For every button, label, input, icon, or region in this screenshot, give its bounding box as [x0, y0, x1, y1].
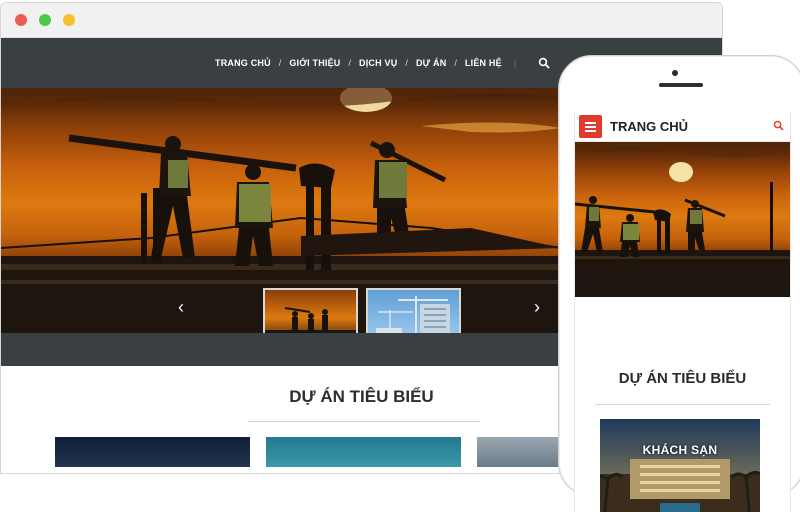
- project-card-hotel[interactable]: KHÁCH SẠN: [600, 419, 760, 512]
- mobile-hero-image: [575, 142, 790, 297]
- construction-sunset-illustration: [575, 142, 790, 297]
- maximize-window-button[interactable]: [63, 14, 75, 26]
- search-icon[interactable]: [538, 57, 550, 69]
- hamburger-icon[interactable]: [579, 115, 602, 138]
- mobile-screen: TRANG CHỦ DỰ ÁN TIÊU BIỂU KHÁCH SẠN: [574, 112, 791, 512]
- nav-separator: /: [278, 58, 282, 68]
- slide-thumbnail-2[interactable]: [366, 288, 461, 333]
- slider-prev-button[interactable]: ‹: [178, 298, 184, 316]
- nav-item-home[interactable]: TRANG CHỦ: [215, 58, 271, 68]
- slide-thumbnail-1[interactable]: [263, 288, 358, 333]
- project-card[interactable]: [266, 437, 461, 467]
- mobile-page-title: TRANG CHỦ: [610, 119, 688, 134]
- nav-item-projects[interactable]: DỰ ÁN: [416, 58, 446, 68]
- nav-item-services[interactable]: DỊCH VỤ: [359, 58, 397, 68]
- project-card[interactable]: [55, 437, 250, 467]
- main-nav: TRANG CHỦ / GIỚI THIỆU / DỊCH VỤ / DỰ ÁN…: [215, 38, 550, 88]
- nav-separator: /: [348, 58, 352, 68]
- mobile-phone-mockup: TRANG CHỦ DỰ ÁN TIÊU BIỂU KHÁCH SẠN: [558, 55, 800, 512]
- slider-next-button[interactable]: ›: [534, 298, 540, 316]
- phone-camera: [672, 70, 678, 76]
- mobile-section-title: DỰ ÁN TIÊU BIỂU: [618, 370, 747, 387]
- close-window-button[interactable]: [15, 14, 27, 26]
- hotel-illustration: [600, 459, 760, 512]
- phone-speaker: [659, 83, 703, 87]
- thumbnail-cranes-illustration: [376, 296, 450, 333]
- nav-item-about[interactable]: GIỚI THIỆU: [289, 58, 340, 68]
- nav-separator: /: [454, 58, 457, 68]
- search-icon[interactable]: [773, 120, 784, 131]
- browser-titlebar: [1, 3, 722, 38]
- minimize-window-button[interactable]: [39, 14, 51, 26]
- mobile-header: TRANG CHỦ: [575, 112, 790, 142]
- thumbnail-sunset-illustration: [265, 290, 356, 333]
- nav-divider: |: [513, 58, 517, 68]
- section-divider: [248, 421, 480, 422]
- nav-item-contact[interactable]: LIÊN HỆ: [465, 58, 502, 68]
- project-card-label: KHÁCH SẠN: [642, 443, 718, 457]
- section-divider: [595, 404, 770, 405]
- nav-separator: /: [405, 58, 408, 68]
